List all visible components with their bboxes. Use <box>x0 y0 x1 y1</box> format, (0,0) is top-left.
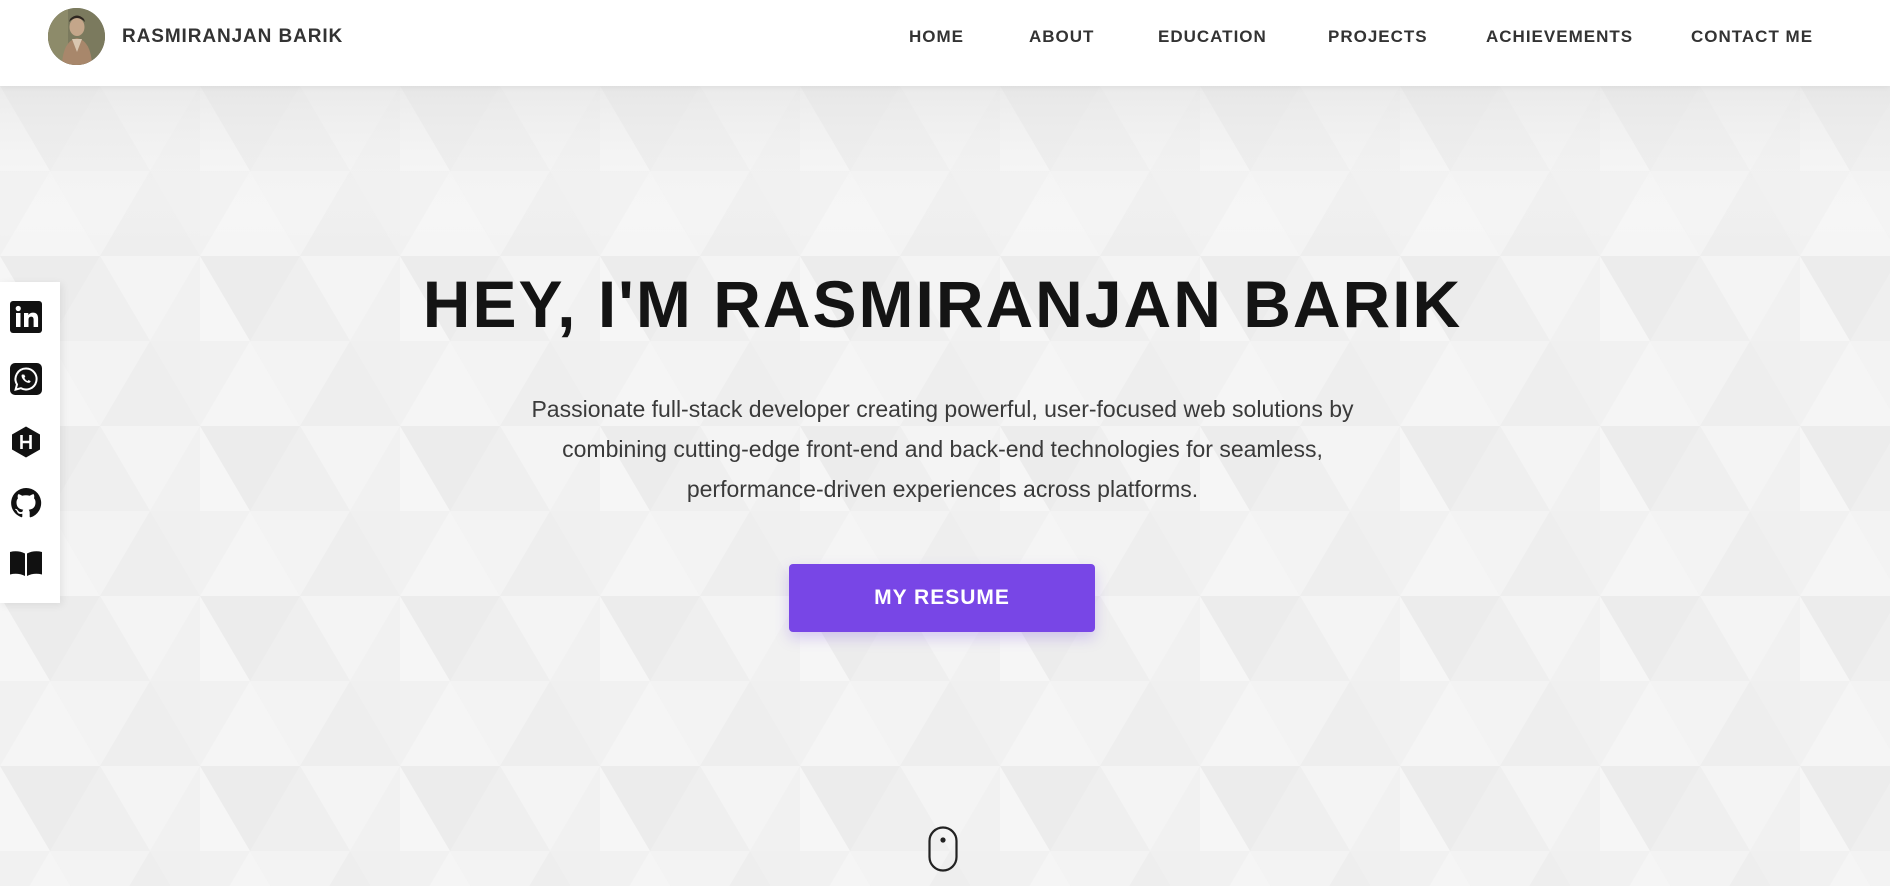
linkedin-icon <box>10 301 42 333</box>
nav-contact-me[interactable]: CONTACT ME <box>1691 27 1813 47</box>
nav-achievements[interactable]: ACHIEVEMENTS <box>1486 27 1633 47</box>
github-link[interactable] <box>9 486 43 520</box>
my-resume-button[interactable]: MY RESUME <box>789 564 1095 632</box>
nav-projects[interactable]: PROJECTS <box>1328 27 1428 47</box>
profile-avatar <box>48 8 105 65</box>
social-sidebar <box>0 282 60 603</box>
nav-about[interactable]: ABOUT <box>1029 27 1094 47</box>
whatsapp-link[interactable] <box>9 362 43 396</box>
hero-title: HEY, I'M RASMIRANJAN BARIK <box>422 267 1463 341</box>
brand-link[interactable]: RASMIRANJAN BARIK <box>48 8 343 65</box>
hackerrank-link[interactable] <box>9 425 43 459</box>
hero-description: Passionate full-stack developer creating… <box>531 396 1354 502</box>
linkedin-link[interactable] <box>9 300 43 334</box>
book-icon <box>10 551 42 576</box>
hackerrank-icon <box>12 426 40 458</box>
nav-home[interactable]: HOME <box>909 27 964 47</box>
nav-education[interactable]: EDUCATION <box>1158 27 1267 47</box>
brand-name: RASMIRANJAN BARIK <box>122 25 344 47</box>
github-icon <box>11 487 42 518</box>
hero-section: HEY, I'M RASMIRANJAN BARIK Passionate fu… <box>0 86 1890 886</box>
blog-link[interactable] <box>9 546 43 580</box>
site-header: RASMIRANJAN BARIK HOME ABOUT EDUCATION P… <box>0 0 1890 86</box>
whatsapp-icon <box>10 363 42 395</box>
scroll-down-mouse-icon[interactable] <box>928 826 958 872</box>
